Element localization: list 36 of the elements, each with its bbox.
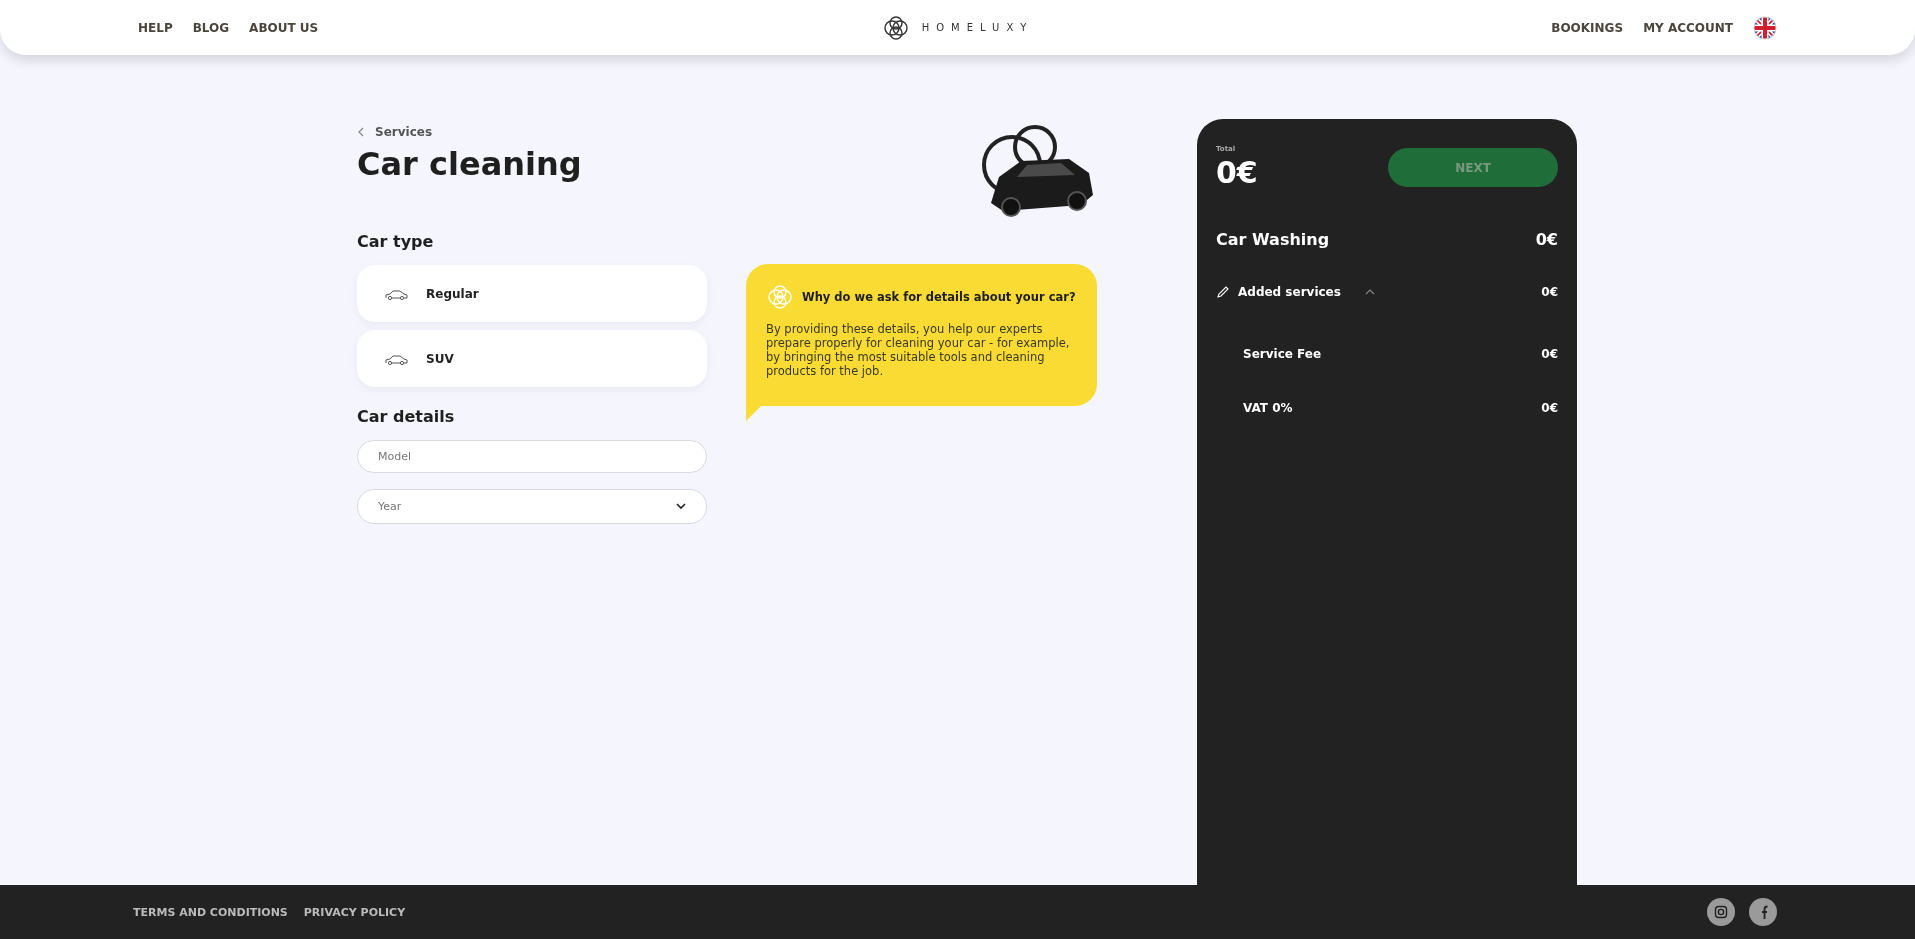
fee-label: Service Fee (1243, 347, 1322, 361)
added-services-price: 0€ (1541, 285, 1558, 299)
footer-link[interactable]: TERMS AND CONDITIONS (133, 905, 288, 919)
fee-price: 0€ (1541, 401, 1558, 415)
added-services-toggle[interactable]: Added services (1238, 285, 1341, 299)
nav-link[interactable]: HELP (138, 20, 173, 35)
nav-link[interactable]: BOOKINGS (1551, 20, 1624, 35)
section-heading: Car details (357, 406, 456, 428)
service-name: Car Washing (1216, 230, 1330, 249)
service-price: 0€ (1535, 230, 1558, 249)
logo-icon (881, 14, 910, 41)
nav-link[interactable]: BLOG (192, 20, 230, 35)
page-title: Car cleaning (357, 145, 582, 183)
total-amount: 0€ (1216, 155, 1258, 190)
fee-label: VAT 0% (1243, 401, 1293, 415)
instagram-icon[interactable] (1707, 898, 1735, 926)
car-type-option[interactable]: Regular (357, 265, 707, 322)
footer-link[interactable]: PRIVACY POLICY (303, 905, 406, 919)
car-type-option[interactable]: SUV (357, 330, 707, 387)
section-heading: Car type (357, 231, 435, 253)
chevron-up-icon[interactable] (1364, 288, 1375, 296)
model-input-field[interactable]: Model (357, 440, 707, 473)
year-dropdown[interactable]: Year (357, 489, 707, 524)
info-text: By providing these details, you help our experts prepare properly for cleaning your car - for example, by bringing the most suitable tools and cleaning products for the job. (766, 322, 1071, 378)
logo-icon (766, 284, 794, 310)
breadcrumb-link[interactable]: Services (357, 125, 582, 139)
nav-link[interactable]: MY ACCOUNT (1643, 20, 1733, 35)
pencil-icon (1216, 285, 1230, 299)
info-title: Why do we ask for details about your car? (802, 290, 1076, 304)
logo-text: HOMELUXY (921, 22, 1034, 33)
fee-price: 0€ (1541, 347, 1558, 361)
facebook-icon[interactable] (1749, 898, 1777, 926)
nav-link[interactable]: ABOUT US (249, 20, 319, 35)
chevron-left-icon (357, 127, 365, 137)
chevron-down-icon (676, 503, 686, 510)
flag-icon[interactable] (1753, 15, 1777, 40)
